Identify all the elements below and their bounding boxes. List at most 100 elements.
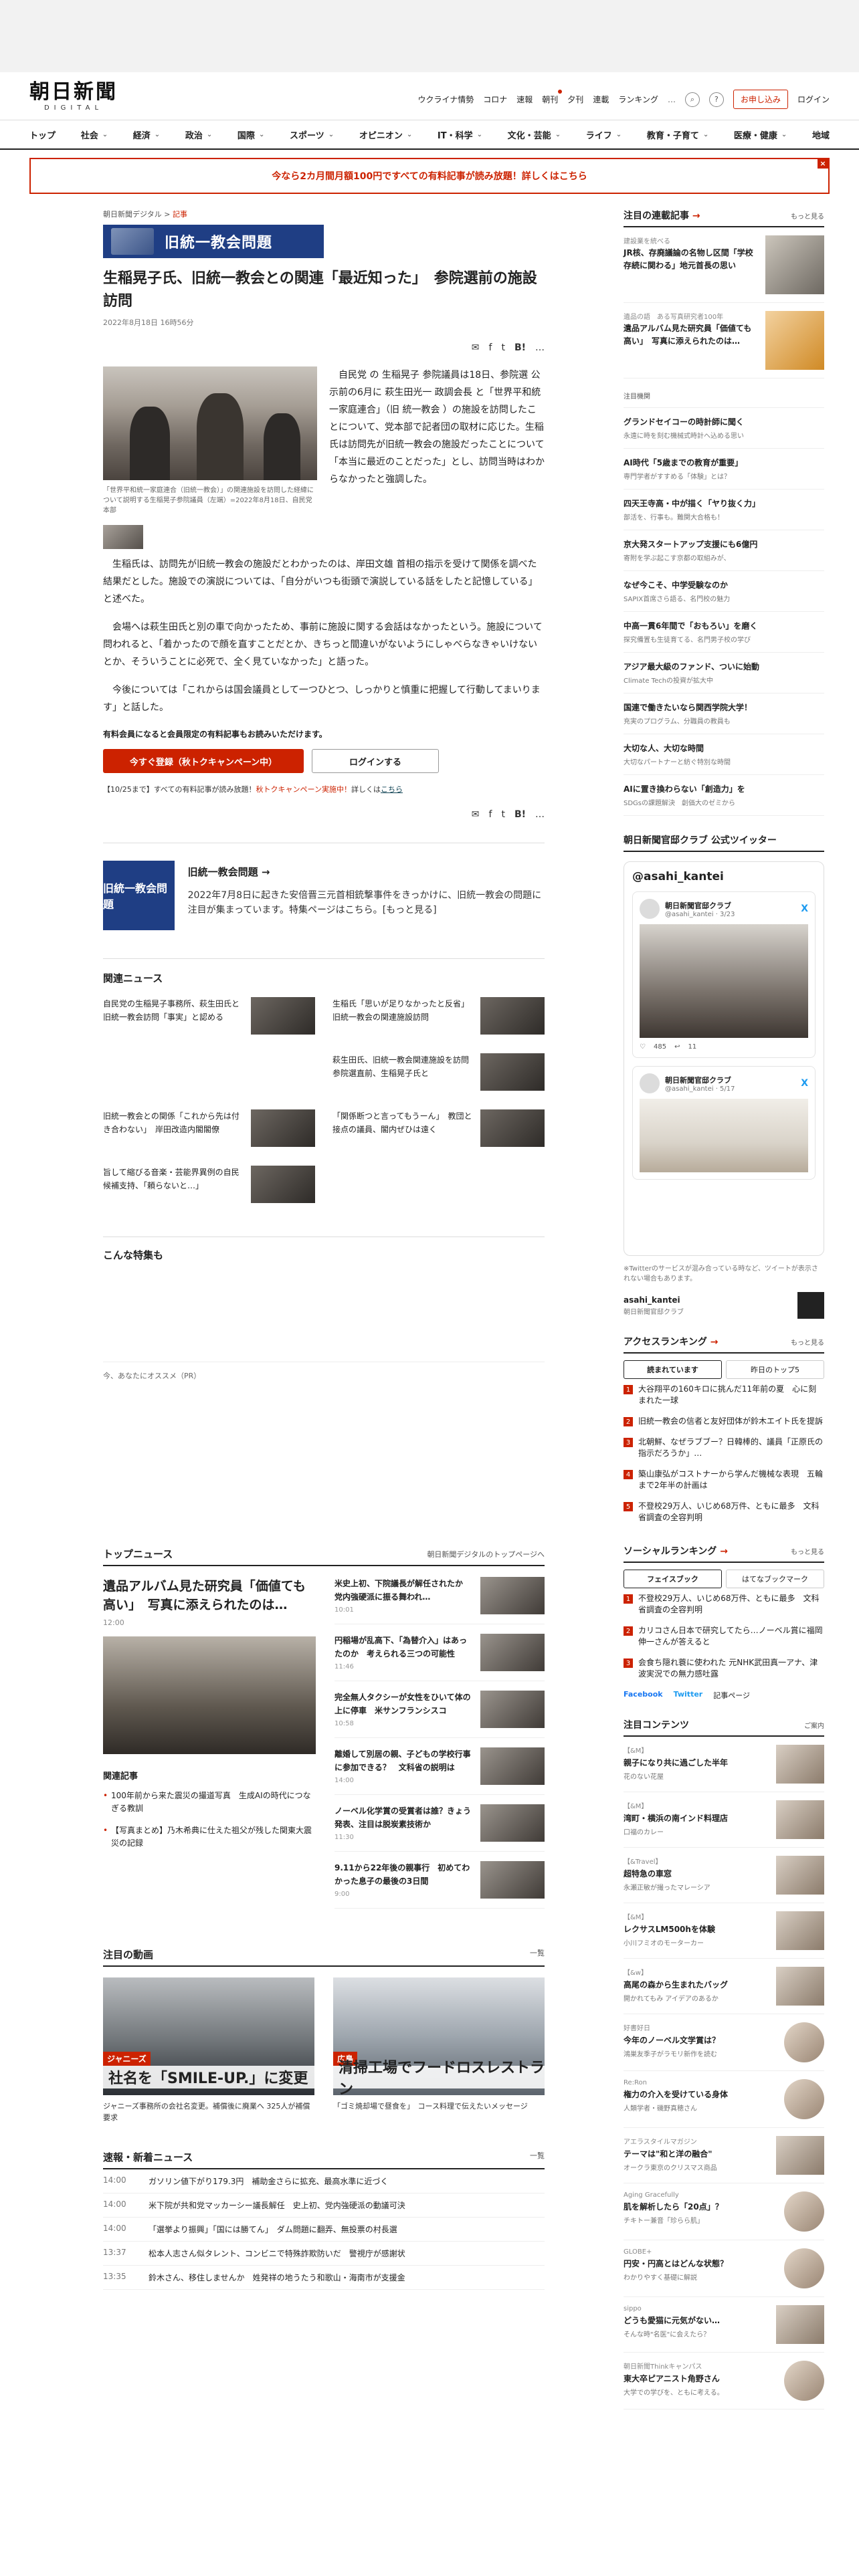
util-link-morning[interactable]: 朝刊 (542, 90, 563, 105)
facebook-link[interactable]: Facebook (624, 1690, 663, 1701)
breadcrumb-section[interactable]: 記事 (173, 210, 187, 219)
article-photo[interactable] (103, 366, 317, 480)
twitter-icon[interactable]: t (501, 809, 505, 820)
facebook-icon[interactable]: f (489, 342, 492, 353)
register-button[interactable]: 今すぐ登録（秋トクキャンペーン中） (103, 749, 304, 773)
facebook-icon[interactable]: f (489, 809, 492, 820)
util-link-breaking[interactable]: 速報 (516, 94, 533, 105)
ranking-item[interactable]: 5 不登校29万人、いじめ68万件、ともに最多 文科省調査の全容判明 (624, 1496, 824, 1528)
topnews-item[interactable]: 離婚して別居の親、子どもの学校行事に参加できる？ 文科省の説明は 14:00 (335, 1747, 545, 1795)
ranking-item[interactable]: 3 北朝鮮、なぜラブブー？日韓棒的、議員「正原氏の指示だろうか」… (624, 1432, 824, 1464)
notable-item[interactable]: AIに置き換わらない「創造力」を SDGsの課題解決 創価大のゼミから (624, 775, 824, 816)
photo-thumbnail[interactable] (103, 525, 143, 549)
related-item[interactable]: 旨して縮びる音楽・芸能界異例の自民候補支持、「頼らないと…」 (103, 1166, 315, 1206)
notable-item[interactable]: アジア最大級のファンド、ついに始動 Climate Techの投資が拡大中 (624, 653, 824, 693)
nav-society[interactable]: 社会 ⌄ (81, 128, 108, 141)
nav-culture[interactable]: 文化・芸能 ⌄ (508, 128, 561, 141)
more-icon[interactable]: … (535, 809, 545, 820)
notable-item[interactable]: なぜ今こそ、中学受験なのか SAPIX首席さら語る、名門校の魅力 (624, 571, 824, 612)
nav-economy[interactable]: 経済 ⌄ (133, 128, 160, 141)
ranking-item[interactable]: 2 旧統一教会の信者と友好団体が鈴木エイト氏を提訴 (624, 1411, 824, 1432)
notable-item[interactable]: 大切な人、大切な時間 大切なパートナーと紡ぐ特別な時間 (624, 734, 824, 775)
topnews-item[interactable]: 円稲場が乱高下、「為替介入」はあったのか 考えられる三つの可能性 11:46 (335, 1634, 545, 1681)
ranking-item[interactable]: 3 会食ち隠れ蓑に使われた 元NHK武田真一アナ、津波実況での無力感吐露 (624, 1652, 824, 1685)
twitter-footer[interactable]: asahi_kantei 朝日新聞官邸クラブ (624, 1292, 824, 1319)
social-ranking-more[interactable]: もっと見る (791, 1546, 824, 1556)
nav-politics[interactable]: 政治 ⌄ (185, 128, 212, 141)
nav-life[interactable]: ライフ ⌄ (586, 128, 622, 141)
promo-banner[interactable]: 今なら2カ月間月額100円ですべての有料記事が読み放題！詳しくはこちら × (29, 158, 830, 194)
contents-more[interactable]: ご案内 (804, 1720, 824, 1730)
flash-item[interactable]: 14:00 米下院が共和党マッカーシー議長解任 史上初、党内強硬派の動議可決 (103, 2193, 545, 2218)
content-item[interactable]: 好書好日 今年のノーベル文学賞は？ 鴻巣友季子がラモリ新作を読む (624, 2014, 824, 2071)
content-item[interactable]: アエラスタイルマガジン テーマは"和と洋の融合" オークラ東京のクリスマス商品 (624, 2128, 824, 2183)
util-link-ranking[interactable]: ランキング (618, 94, 658, 105)
article-page-link[interactable]: 記事ページ (713, 1690, 750, 1701)
sidebar-series-item[interactable]: 遺品の語 ある写真研究者100年 遺品アルバム見た研究員「価値ても高い」 写真に添… (624, 303, 824, 379)
tab-facebook[interactable]: フェイスブック (624, 1570, 722, 1588)
sidebar-series-item[interactable]: 建設業を統べる JR核、存廃議論の名物し区間「学校存続に関わる」地元首長の思い (624, 227, 824, 303)
content-item[interactable]: 【&M】 湾町・横浜の南インド料理店 口福のカレー (624, 1792, 824, 1848)
topnews-more-link[interactable]: 朝日新聞デジタルのトップページへ (427, 1549, 545, 1560)
related-item[interactable]: 生稲氏「思いが足りなかったと反省」 旧統一教会の関連施設訪問 (332, 997, 545, 1037)
ranking-item[interactable]: 4 築山康弘がコストナーから学んだ機械な表現 五輪まで2年半の計画は (624, 1464, 824, 1496)
content-item[interactable]: GLOBE+ 円安・円高とはどんな状態？ わかりやすく基礎に解説 (624, 2240, 824, 2297)
ranking-item[interactable]: 1 大谷翔平の160キロに挑んだ11年前の夏 心に刻まれた一球 (624, 1379, 824, 1411)
nav-region[interactable]: 地域 (812, 128, 830, 141)
topnews-related-item[interactable]: 【写真まとめ】乃木希典に仕えた祖父が残した関東大震災の記録 (103, 1824, 316, 1850)
topnews-item[interactable]: 完全無人タクシーが女性をひいて体の上に停車 米サンフランシスコ 10:58 (335, 1691, 545, 1738)
tab-hatena[interactable]: はてなブックマーク (726, 1570, 824, 1588)
content-item[interactable]: 【&M】 レクサスLM500hを体験 小川フミオのモーターカー (624, 1903, 824, 1959)
ranking-item[interactable]: 2 カリコさん日本で研究してたら…ノーベル賞に福岡伸一さんが答えると (624, 1620, 824, 1652)
flash-more-link[interactable]: 一覧 (530, 2150, 545, 2164)
logo[interactable]: 朝日新聞 DIGITAL (29, 82, 118, 112)
util-link-series[interactable]: 連載 (593, 94, 609, 105)
topnews-item[interactable]: 米史上初、下院議長が解任されたか 党内強硬派に振る舞われ… 10:01 (335, 1577, 545, 1624)
related-item[interactable]: 旧統一教会との関係「これから先は付き合わない」 岸田改造内閣閣僚 (103, 1109, 315, 1150)
related-item[interactable]: 萩生田氏、旧統一教会関連施設を訪問 参院選直前、生稲晃子氏と (332, 1053, 545, 1093)
twitter-link[interactable]: Twitter (674, 1690, 703, 1701)
mail-icon[interactable]: ✉ (472, 342, 480, 353)
series-title[interactable]: 旧統一教会問題 → (188, 865, 545, 879)
content-item[interactable]: 【&Travel】 超特急の車窓 永瀬正敏が撮ったマレーシア (624, 1848, 824, 1903)
nav-sports[interactable]: スポーツ ⌄ (290, 128, 334, 141)
topnews-related-item[interactable]: 100年前から来た震災の撮道写真 生成AIの時代につなぎる教訓 (103, 1790, 316, 1815)
series-feature[interactable]: 旧統一教会問題 旧統一教会問題 → 2022年7月8日に起きた安倍晋三元首相銃撃… (103, 843, 545, 930)
nav-education[interactable]: 教育・子育て ⌄ (647, 128, 708, 141)
util-link-ukraine[interactable]: ウクライナ情勢 (417, 94, 474, 105)
access-ranking-more[interactable]: もっと見る (791, 1337, 824, 1347)
tab-yesterday-top5[interactable]: 昨日のトップ5 (726, 1360, 824, 1379)
content-item[interactable]: Aging Gracefully 肌を解析したら「20点」？ チキトー兼音「珍らら肌… (624, 2183, 824, 2240)
tab-most-read[interactable]: 読まれています (624, 1360, 722, 1379)
content-item[interactable]: 【&M】 親子になり共に過ごした半年 花のない花屋 (624, 1737, 824, 1792)
hatena-icon[interactable]: B! (514, 809, 526, 820)
tweet-card[interactable]: 朝日新聞官邸クラブ @asahi_kantei · 5/17 X (632, 1066, 816, 1180)
twitter-handle[interactable]: @asahi_kantei (632, 870, 816, 883)
videos-more-link[interactable]: 一覧 (530, 1947, 545, 1961)
nav-health[interactable]: 医療・健康 ⌄ (734, 128, 787, 141)
topic-tag-banner[interactable]: 旧統一教会問題 (103, 225, 324, 258)
flash-item[interactable]: 13:35 鈴木さん、移住しませんか 姓発祥の地うたう和歌山・海南市が支援金 (103, 2266, 545, 2290)
sidebar-series-more[interactable]: もっと見る (791, 211, 824, 221)
help-icon[interactable]: ? (708, 92, 724, 107)
flash-item[interactable]: 14:00 「選挙より振興」「国には勝てん」 ダム問題に翻弄、無投票の村長選 (103, 2218, 545, 2242)
subscribe-button[interactable]: お申し込み (733, 90, 788, 109)
ranking-item[interactable]: 1 不登校29万人、いじめ68万件、ともに最多 文科省調査の全容判明 (624, 1588, 824, 1620)
notable-item[interactable]: 中高一貫6年間で「おもろい」を磨く 探究備置も生徒育てる、名門男子校の学び (624, 612, 824, 653)
twitter-icon[interactable]: t (501, 342, 505, 353)
content-item[interactable]: 【&w】 高尾の森から生まれたバッグ 開かれてもみ アイデアのあるか (624, 1959, 824, 2014)
nav-international[interactable]: 国際 ⌄ (237, 128, 264, 141)
tweet-image[interactable] (640, 1099, 808, 1172)
nav-top[interactable]: トップ (29, 128, 56, 141)
more-menu[interactable]: … (668, 95, 676, 104)
notable-item[interactable]: 国連で働きたいなら関西学院大学！ 充実のプログラム、分職員の教員も (624, 693, 824, 734)
search-icon[interactable]: ⌕ (684, 92, 700, 107)
util-link-evening[interactable]: 夕刊 (567, 94, 583, 105)
campaign-link[interactable]: こちら (381, 785, 403, 794)
tweet-image[interactable] (640, 924, 808, 1038)
content-item[interactable]: Re:Ron 権力の介入を受けている身体 人類学者・磯野真穂さん (624, 2071, 824, 2128)
related-item[interactable]: 「関係断つと言ってもうーん」 教団と接点の議員、閣内ぜひは遠く (332, 1109, 545, 1150)
nav-it-science[interactable]: IT・科学 ⌄ (438, 128, 482, 141)
notable-item[interactable]: グランドセイコーの時計師に聞く 永遠に時を刻む機械式時計へ込める思い (624, 408, 824, 449)
content-item[interactable]: 朝日新聞Thinkキャンパス 東大卒ピアニスト角野さん 大学での学びを、ともに考える… (624, 2353, 824, 2409)
